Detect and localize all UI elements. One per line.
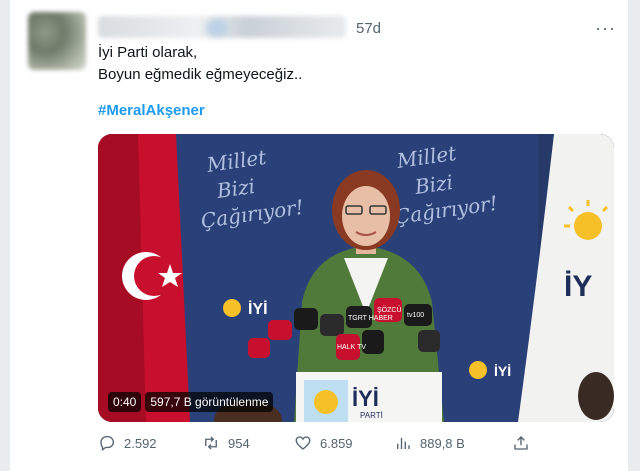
like-button[interactable]: 6.859 [294, 434, 353, 452]
mic-label-halktv: HALK TV [337, 344, 366, 351]
like-count: 6.859 [320, 435, 353, 451]
podium-logo-text: İYİ [352, 386, 379, 411]
more-options-icon[interactable]: ··· [595, 18, 616, 39]
svg-text:İYİ: İYİ [248, 300, 268, 318]
reply-button[interactable]: 2.592 [98, 434, 157, 452]
video-player[interactable]: Millet Bizi Çağırıyor! Millet Bizi Çağır… [98, 134, 614, 422]
analytics-icon [397, 437, 410, 449]
tweet-timestamp[interactable]: 57d [356, 20, 381, 37]
podium-logo-sub: PARTİ [360, 411, 383, 420]
tweet-text-line-1: İyi Parti olarak, [98, 44, 198, 61]
reply-icon [100, 435, 115, 452]
retweet-icon [205, 436, 217, 450]
hashtag-link[interactable]: #MeralAkşener [98, 102, 205, 119]
views-button[interactable]: 889,8 B [394, 434, 465, 452]
svg-text:İYİ: İYİ [494, 363, 511, 379]
mic-label-sozcu: ŞÖZCÜ [377, 306, 402, 314]
verified-badge-blurred [206, 19, 228, 37]
heart-icon [295, 436, 311, 450]
svg-text:İY: İY [564, 270, 592, 303]
share-button[interactable] [512, 434, 530, 452]
tweet-card: 57d ··· İyi Parti olarak, Boyun eğmedik … [10, 0, 628, 471]
video-duration: 0:40 [108, 392, 142, 412]
avatar[interactable] [28, 12, 86, 70]
reply-count: 2.592 [124, 435, 157, 451]
retweet-count: 954 [228, 435, 250, 451]
view-count: 889,8 B [420, 435, 465, 451]
retweet-button[interactable]: 954 [202, 434, 250, 452]
video-frame: Millet Bizi Çağırıyor! Millet Bizi Çağır… [98, 134, 614, 422]
video-view-count: 597,7 B görüntülenme [145, 392, 274, 412]
mic-label-tgrt: TGRT HABER [348, 315, 393, 322]
mic-label-tv100: tv100 [407, 312, 424, 319]
tweet-text-line-2: Boyun eğmedik eğmeyeceğiz.. [98, 66, 303, 83]
tweet-actions: 2.592 954 6.859 889,8 B [98, 434, 528, 458]
share-icon [514, 436, 528, 450]
